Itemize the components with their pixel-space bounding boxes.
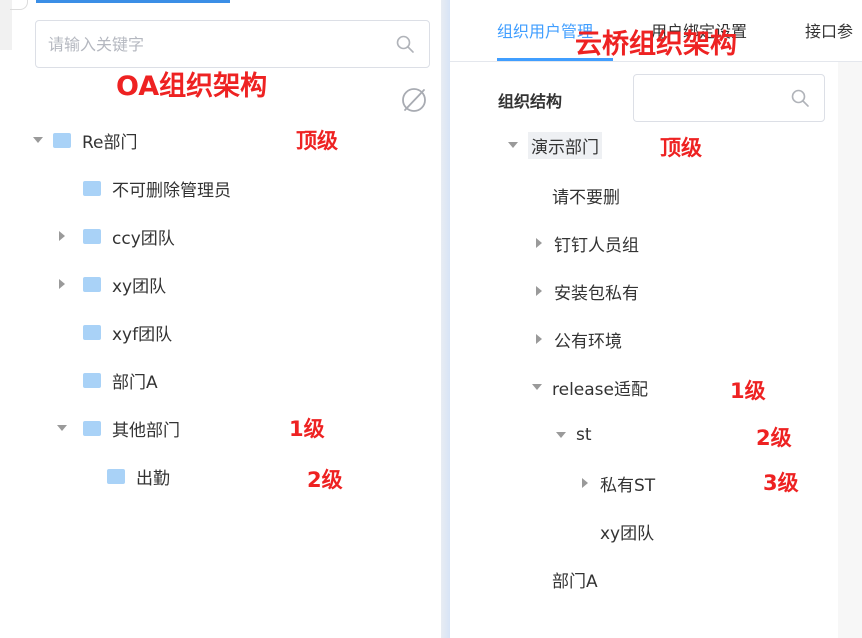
level-annotation: 2级	[756, 426, 792, 450]
right-tree-node[interactable]: release适配	[532, 372, 648, 402]
caret-down-icon[interactable]	[33, 135, 43, 145]
level-annotation: 1级	[730, 379, 766, 403]
folder-icon	[83, 228, 101, 244]
eye-off-icon[interactable]	[400, 86, 428, 114]
tree-node-label: 安装包私有	[554, 283, 639, 304]
right-heading-annotation: 云桥组织架构	[575, 29, 737, 60]
caret-down-icon[interactable]	[556, 430, 566, 440]
left-search-box[interactable]	[35, 20, 430, 68]
left-tree-node[interactable]: xy团队	[57, 269, 166, 299]
right-tree-node[interactable]: 钉钉人员组	[534, 228, 639, 258]
tree-node-label: 出勤	[136, 468, 170, 489]
caret-right-icon[interactable]	[534, 238, 544, 248]
left-tree-node[interactable]: xyf团队	[63, 317, 172, 347]
search-icon[interactable]	[395, 34, 415, 54]
tree-node-label: ccy团队	[112, 228, 175, 249]
left-search-input[interactable]	[48, 31, 378, 57]
tree-node-label: st	[576, 425, 592, 445]
tree-node-label: 其他部门	[112, 420, 180, 441]
tree-node-label: 公有环境	[554, 331, 622, 352]
folder-icon	[53, 132, 71, 148]
tab-interface-params[interactable]: 接口参	[805, 18, 853, 42]
panel-divider	[441, 0, 450, 638]
folder-icon	[83, 372, 101, 388]
left-panel: OA组织架构 Re部门 顶级 不可删除管理员 ccy团队 xy团队 xyf团队 …	[0, 0, 450, 638]
left-heading-annotation: OA组织架构	[116, 71, 268, 102]
right-tree-node[interactable]: 请不要删	[552, 180, 620, 210]
caret-down-icon[interactable]	[532, 382, 542, 392]
tree-node-label: 部门A	[112, 372, 158, 393]
tree-node-label: xy团队	[112, 276, 167, 297]
folder-icon	[83, 180, 101, 196]
org-structure-label: 组织结构	[498, 92, 563, 111]
caret-right-icon[interactable]	[534, 334, 544, 344]
folder-icon	[107, 468, 125, 484]
caret-right-icon[interactable]	[534, 286, 544, 296]
tree-node-label: release适配	[552, 379, 648, 400]
tree-node-label: 不可删除管理员	[112, 180, 231, 201]
right-tree-node[interactable]: 私有ST	[580, 468, 655, 498]
level-annotation: 3级	[763, 471, 799, 495]
tree-node-label: 演示部门	[528, 131, 602, 159]
right-panel: 组织用户管理 用户绑定设置 接口参 云桥组织架构 组织结构 演示部门 顶级 请不…	[450, 0, 862, 638]
left-tree-node[interactable]: 不可删除管理员	[63, 173, 231, 203]
tree-node-label: xy团队	[600, 523, 655, 544]
caret-down-icon[interactable]	[508, 140, 518, 150]
folder-icon	[83, 324, 101, 340]
level-annotation: 1级	[289, 417, 325, 441]
left-top-corner	[10, 0, 28, 10]
tree-node-label: Re部门	[82, 132, 138, 153]
tree-node-label: 私有ST	[600, 475, 656, 496]
tree-node-label: 部门A	[552, 571, 598, 592]
caret-right-icon[interactable]	[57, 279, 67, 289]
right-tree-node[interactable]: 安装包私有	[534, 276, 639, 306]
tree-node-label: 请不要删	[552, 187, 620, 208]
right-search-input[interactable]	[644, 85, 784, 111]
right-tree-node[interactable]: 公有环境	[534, 324, 622, 354]
left-tree-node[interactable]: 其他部门	[57, 413, 180, 443]
tree-node-label: 钉钉人员组	[554, 235, 639, 256]
folder-icon	[83, 276, 101, 292]
left-tree-node[interactable]: 出勤	[87, 461, 170, 491]
right-tree-node[interactable]: xy团队	[600, 516, 654, 546]
level-annotation: 2级	[307, 468, 343, 492]
caret-right-icon[interactable]	[57, 231, 67, 241]
right-search-box[interactable]	[633, 74, 825, 122]
left-active-indicator	[36, 0, 230, 3]
caret-right-icon[interactable]	[580, 478, 590, 488]
caret-down-icon[interactable]	[57, 423, 67, 433]
right-tree-node[interactable]: st	[556, 420, 592, 450]
left-tree-node[interactable]: 部门A	[63, 365, 158, 395]
left-tree-node[interactable]: ccy团队	[57, 221, 175, 251]
right-tree-node[interactable]: 演示部门	[508, 130, 602, 160]
scroll-gutter	[838, 62, 862, 638]
search-icon[interactable]	[790, 88, 810, 108]
tree-node-label: xyf团队	[112, 324, 173, 345]
left-tree-node[interactable]: Re部门	[33, 125, 138, 155]
level-annotation: 顶级	[660, 136, 702, 160]
folder-icon	[83, 420, 101, 436]
right-tree-node[interactable]: 部门A	[552, 564, 598, 594]
level-annotation: 顶级	[296, 129, 338, 153]
